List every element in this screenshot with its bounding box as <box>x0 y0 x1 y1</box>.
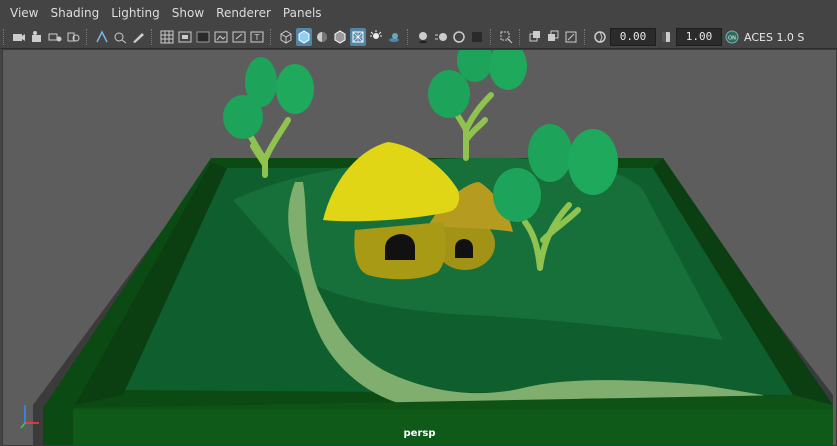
exposure-field[interactable]: 0.00 <box>610 28 656 46</box>
cm-toggle-label: ON <box>728 36 736 42</box>
camera-label: persp <box>403 428 436 439</box>
toolbar-separator <box>151 29 154 45</box>
toolbar-separator <box>86 29 89 45</box>
grid-icon[interactable] <box>159 28 175 46</box>
center-tree-canopy <box>489 50 527 90</box>
toolbar-separator <box>490 29 493 45</box>
right-tree-canopy <box>493 168 541 222</box>
svg-text:T: T <box>254 33 260 42</box>
left-tree-canopy <box>245 57 277 107</box>
center-tree-canopy <box>428 70 470 118</box>
toolbar-separator <box>407 29 410 45</box>
scene-render <box>33 50 833 445</box>
xray-joints-icon[interactable] <box>545 28 561 46</box>
isolate-select-icon[interactable] <box>498 28 514 46</box>
pencil-icon[interactable] <box>130 28 146 46</box>
right-tree-canopy <box>528 124 572 182</box>
gamma-icon[interactable] <box>658 28 674 46</box>
exposure-icon[interactable] <box>592 28 608 46</box>
color-space-label[interactable]: ACES 1.0 SD <box>744 31 804 44</box>
menu-shading[interactable]: Shading <box>44 3 105 23</box>
wireframe-on-shaded-icon[interactable] <box>332 28 348 46</box>
gamma-field[interactable]: 1.00 <box>676 28 722 46</box>
backface-icon[interactable] <box>563 28 579 46</box>
menu-view[interactable]: View <box>4 3 44 23</box>
color-management-icon[interactable]: ON <box>724 28 740 46</box>
grease-pencil-icon[interactable] <box>112 28 128 46</box>
3d-viewport[interactable]: persp <box>2 49 837 446</box>
gate-mask-icon[interactable] <box>213 28 229 46</box>
resolution-gate-icon[interactable] <box>195 28 211 46</box>
select-camera-icon[interactable] <box>11 28 27 46</box>
smooth-shade-icon[interactable] <box>296 28 312 46</box>
menu-show[interactable]: Show <box>166 3 210 23</box>
menu-panels[interactable]: Panels <box>277 3 328 23</box>
anti-aliasing-icon[interactable] <box>451 28 467 46</box>
default-material-icon[interactable] <box>314 28 330 46</box>
2d-pan-zoom-icon[interactable] <box>94 28 110 46</box>
viewport-toolbar: T 0.00 1.00 ON ACES 1.0 SD <box>0 26 837 49</box>
lights-icon[interactable] <box>368 28 384 46</box>
wireframe-icon[interactable] <box>278 28 294 46</box>
toolbar-separator <box>3 29 6 45</box>
camera-attributes-icon[interactable] <box>29 28 45 46</box>
field-chart-icon[interactable] <box>231 28 247 46</box>
depth-of-field-icon[interactable] <box>469 28 485 46</box>
image-plane-icon[interactable] <box>65 28 81 46</box>
main-house-roof <box>323 142 460 222</box>
right-tree-canopy <box>568 129 618 195</box>
toolbar-separator <box>270 29 273 45</box>
toolbar-separator <box>519 29 522 45</box>
menu-renderer[interactable]: Renderer <box>210 3 277 23</box>
bookmark-icon[interactable] <box>47 28 63 46</box>
ambient-occlusion-icon[interactable] <box>415 28 431 46</box>
menu-lighting[interactable]: Lighting <box>105 3 166 23</box>
axis-gizmo <box>20 405 39 429</box>
motion-blur-icon[interactable] <box>433 28 449 46</box>
left-tree-canopy <box>276 64 314 114</box>
safe-title-icon[interactable]: T <box>249 28 265 46</box>
film-gate-icon[interactable] <box>177 28 193 46</box>
shadows-icon[interactable] <box>386 28 402 46</box>
xray-icon[interactable] <box>527 28 543 46</box>
viewport-menu-bar: View Shading Lighting Show Renderer Pane… <box>0 0 837 27</box>
textured-icon[interactable] <box>350 28 366 46</box>
toolbar-separator <box>584 29 587 45</box>
small-house-door <box>455 239 473 258</box>
